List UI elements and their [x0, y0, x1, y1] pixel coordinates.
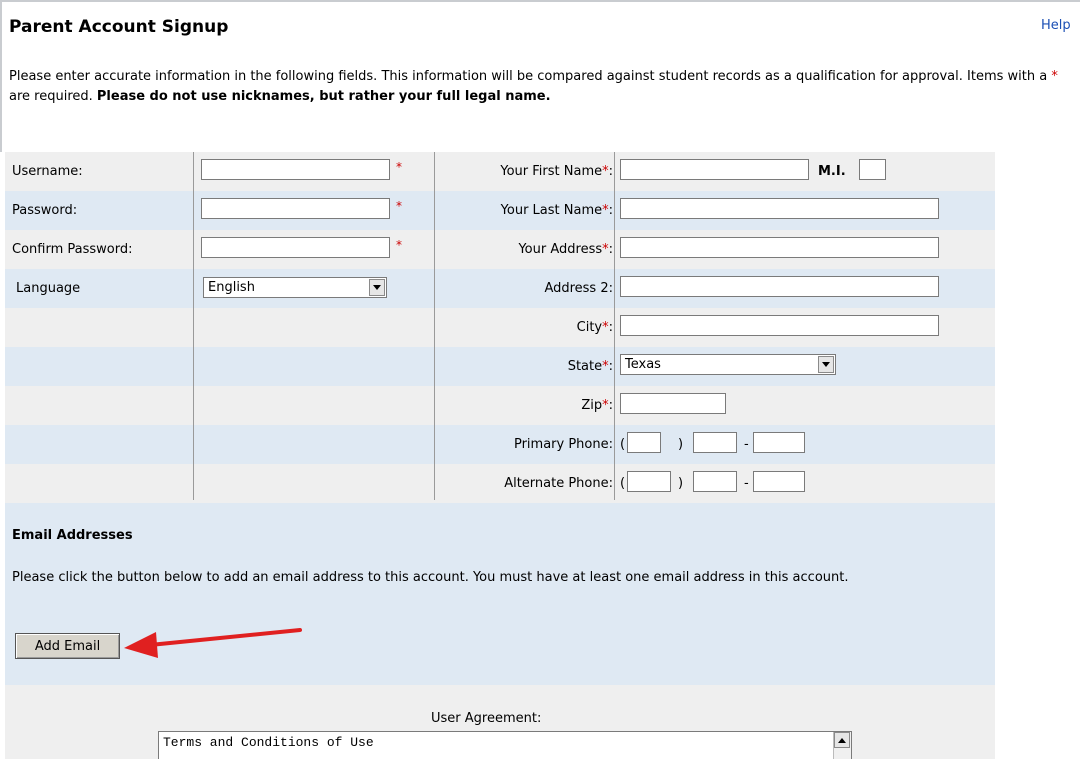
- page-frame-top: [0, 0, 1080, 2]
- form-row: [5, 464, 995, 503]
- phone-dash: -: [744, 437, 749, 452]
- password-label: Password:: [12, 203, 78, 218]
- state-label: State*:: [568, 359, 613, 374]
- email-instructions: Please click the button below to add an …: [12, 570, 849, 585]
- phone-open-paren: (: [620, 437, 626, 452]
- confirm-password-input[interactable]: [201, 237, 390, 258]
- language-select[interactable]: English: [203, 277, 387, 298]
- city-label: City*:: [577, 320, 613, 335]
- phone-dash: -: [744, 476, 749, 491]
- help-link[interactable]: Help: [1041, 18, 1071, 33]
- primary-phone-label: Primary Phone:: [513, 437, 613, 452]
- last-name-input[interactable]: [620, 198, 939, 219]
- last-name-label: Your Last Name*:: [501, 203, 613, 218]
- user-agreement-label: User Agreement:: [431, 711, 542, 726]
- password-input[interactable]: [201, 198, 390, 219]
- phone-open-paren: (: [620, 476, 626, 491]
- alternate-phone-area-input[interactable]: [627, 471, 671, 492]
- address2-input[interactable]: [620, 276, 939, 297]
- city-label-text: City: [576, 320, 603, 335]
- page-title: Parent Account Signup: [9, 17, 229, 37]
- page-frame-left: [0, 0, 2, 152]
- first-name-label-text: Your First Name: [500, 164, 603, 179]
- label-colon: :: [608, 398, 613, 413]
- intro-part-1: Please enter accurate information in the…: [9, 69, 1052, 84]
- state-label-text: State: [567, 359, 603, 374]
- required-star: *: [396, 238, 402, 252]
- address-label: Your Address*:: [518, 242, 613, 257]
- address-label-text: Your Address: [518, 242, 603, 257]
- column-divider: [614, 152, 615, 500]
- required-star: *: [1051, 69, 1058, 84]
- alternate-phone-label: Alternate Phone:: [504, 476, 613, 491]
- username-input[interactable]: [201, 159, 390, 180]
- address2-label: Address 2:: [544, 281, 613, 296]
- agreement-text: Terms and Conditions of Use: [163, 735, 374, 750]
- label-colon: :: [608, 242, 613, 257]
- middle-initial-input[interactable]: [859, 159, 886, 180]
- form-row: [5, 347, 995, 386]
- zip-label: Zip*:: [581, 398, 613, 413]
- label-colon: :: [608, 359, 613, 374]
- column-divider: [434, 152, 435, 500]
- intro-text: Please enter accurate information in the…: [9, 67, 1074, 107]
- form-row: [5, 386, 995, 425]
- alternate-phone-line-input[interactable]: [753, 471, 805, 492]
- first-name-label: Your First Name*:: [500, 164, 613, 179]
- chevron-down-icon[interactable]: [369, 279, 385, 296]
- label-colon: :: [608, 320, 613, 335]
- scroll-up-icon[interactable]: [834, 732, 850, 748]
- alternate-phone-prefix-input[interactable]: [693, 471, 737, 492]
- required-star: *: [396, 199, 402, 213]
- first-name-input[interactable]: [620, 159, 809, 180]
- intro-part-2: are required.: [9, 89, 97, 104]
- language-selected-value: English: [208, 280, 255, 295]
- address-input[interactable]: [620, 237, 939, 258]
- phone-close-paren: ): [678, 476, 684, 491]
- middle-initial-label: M.I.: [818, 164, 846, 179]
- state-selected-value: Texas: [625, 357, 661, 372]
- username-label: Username:: [12, 164, 83, 179]
- state-select[interactable]: Texas: [620, 354, 836, 375]
- label-colon: :: [608, 203, 613, 218]
- form-row: [5, 425, 995, 464]
- primary-phone-line-input[interactable]: [753, 432, 805, 453]
- label-colon: :: [608, 164, 613, 179]
- phone-close-paren: ): [678, 437, 684, 452]
- signup-form: Username: * Password: * Confirm Password…: [5, 152, 995, 759]
- required-star: *: [396, 160, 402, 174]
- last-name-label-text: Your Last Name: [500, 203, 603, 218]
- confirm-password-label: Confirm Password:: [12, 242, 133, 257]
- chevron-down-icon[interactable]: [818, 356, 834, 373]
- zip-label-text: Zip: [581, 398, 603, 413]
- email-section-heading: Email Addresses: [12, 528, 133, 543]
- add-email-button[interactable]: Add Email: [15, 633, 120, 659]
- intro-bold-note: Please do not use nicknames, but rather …: [96, 89, 551, 104]
- language-label: Language: [16, 281, 81, 296]
- primary-phone-area-input[interactable]: [627, 432, 661, 453]
- user-agreement-textarea[interactable]: Terms and Conditions of Use: [158, 731, 852, 759]
- city-input[interactable]: [620, 315, 939, 336]
- scrollbar[interactable]: [833, 732, 851, 759]
- zip-input[interactable]: [620, 393, 726, 414]
- primary-phone-prefix-input[interactable]: [693, 432, 737, 453]
- column-divider: [193, 152, 194, 500]
